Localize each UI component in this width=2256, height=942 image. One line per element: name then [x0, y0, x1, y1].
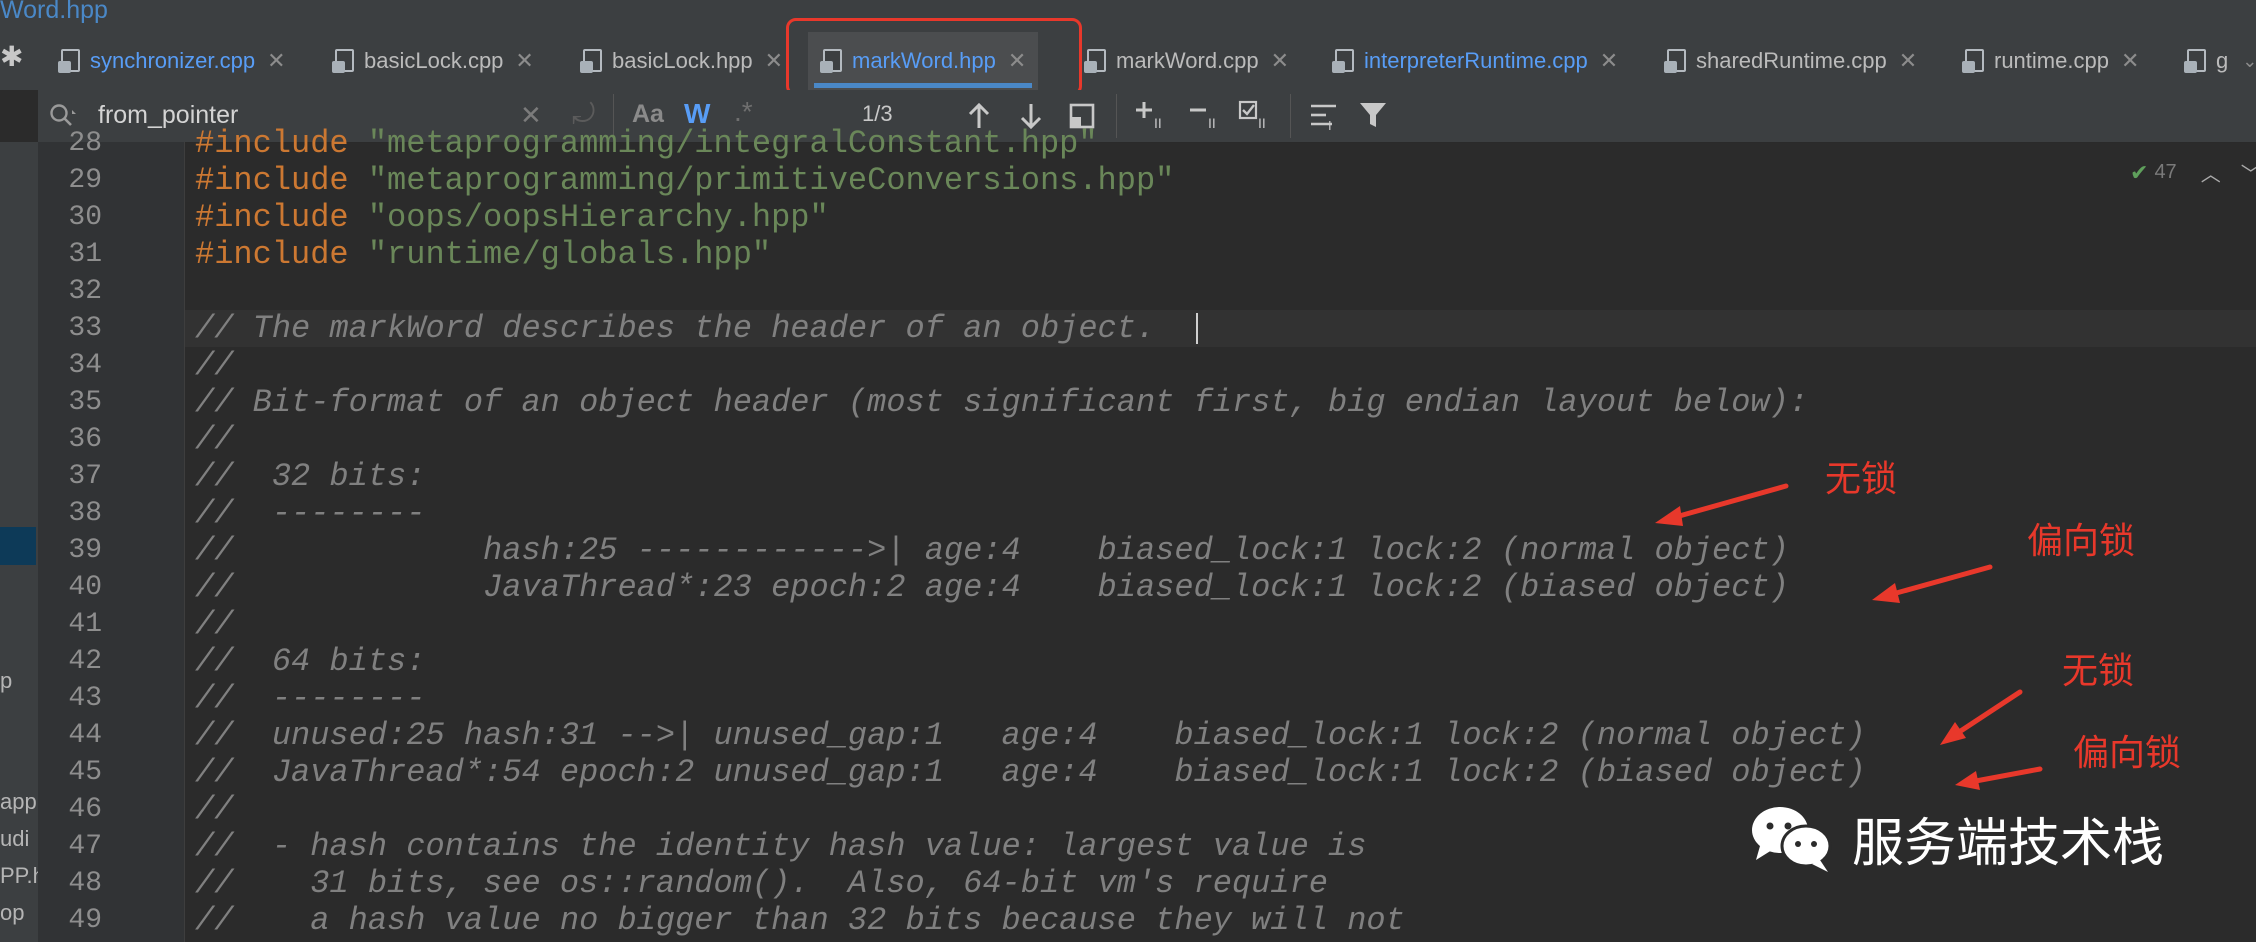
annotation-arrow	[1662, 483, 1789, 523]
watermark-text: 服务端技术栈	[1852, 814, 2165, 873]
arrow-head	[1872, 583, 1900, 603]
arrow-head	[1655, 506, 1683, 526]
arrow-head	[1940, 722, 1966, 745]
wechat-icon	[1752, 807, 1832, 872]
watermark: 服务端技术栈	[1748, 800, 2164, 876]
annotation-arrow	[1879, 564, 1993, 600]
arrow-head	[1955, 771, 1980, 790]
